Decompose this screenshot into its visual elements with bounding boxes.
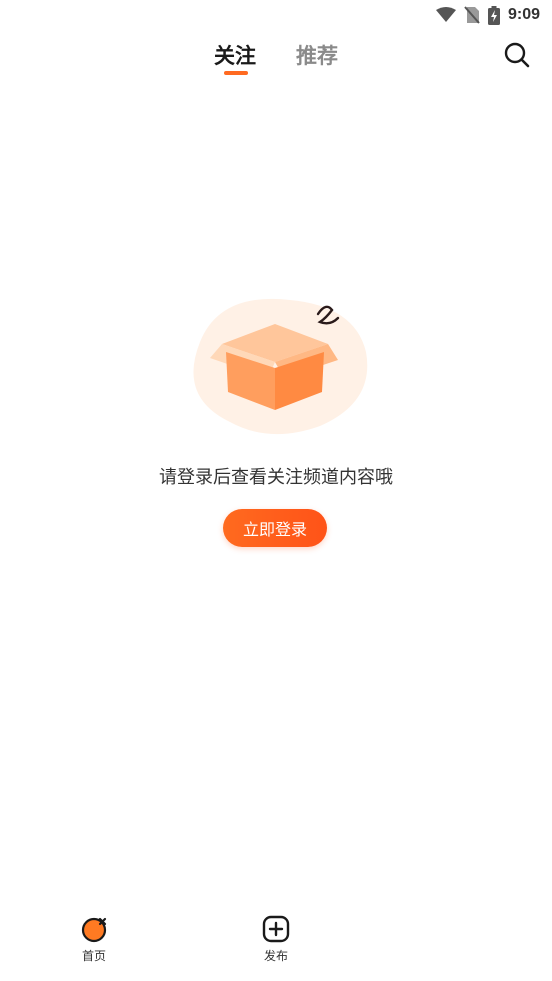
wifi-icon [435,7,456,23]
tab-follow[interactable]: 关注 [214,40,256,70]
status-bar: 9:09 [0,0,552,30]
empty-box-icon [180,292,370,438]
nav-label-publish: 发布 [263,949,288,963]
nav-item-publish[interactable]: 发布 [246,915,306,964]
publish-plus-icon [262,915,290,943]
top-tab-bar: 关注 推荐 [0,36,552,80]
home-icon [81,917,107,943]
battery-charging-icon [487,5,500,25]
nav-item-home[interactable]: 首页 [64,915,124,964]
search-icon [504,42,530,68]
no-sim-icon [464,6,480,24]
status-time: 9:09 [507,6,540,23]
app-screen: 9:09 关注 推荐 请登录后查看关注频道内容哦 立即登录 首页 发布 [0,0,552,981]
active-tab-indicator [224,71,248,75]
search-button[interactable] [502,40,532,70]
tab-recommend[interactable]: 推荐 [296,40,338,70]
nav-label-home: 首页 [81,949,106,963]
empty-state-message: 请登录后查看关注频道内容哦 [159,467,393,488]
bottom-nav: 首页 发布 [0,905,552,981]
login-button[interactable]: 立即登录 [223,509,327,547]
